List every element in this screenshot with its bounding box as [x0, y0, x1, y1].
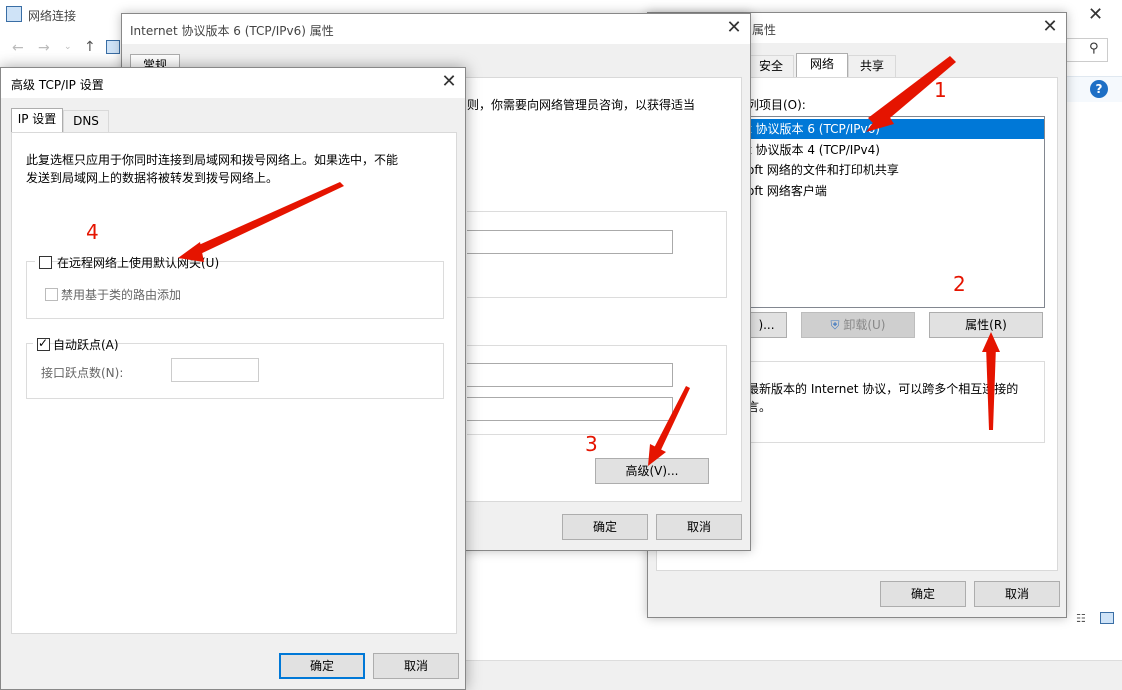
auto-metric-option[interactable]: 自动跃点(A): [33, 336, 119, 352]
back-arrow-icon[interactable]: ←: [12, 40, 24, 56]
network-connections-icon: [6, 6, 22, 22]
address-group: [467, 211, 727, 298]
ipv6-close-icon[interactable]: ✕: [716, 14, 752, 42]
tab-dns[interactable]: DNS: [63, 110, 109, 132]
use-default-gateway-label: 在远程网络上使用默认网关(U): [57, 256, 220, 270]
disable-class-route-label: 禁用基于类的路由添加: [61, 288, 182, 302]
uninstall-button[interactable]: ⛨ 卸载(U): [801, 312, 915, 338]
ipv6-titlebar: Internet 协议版本 6 (TCP/IPv6) 属性 ✕: [122, 14, 750, 44]
advanced-tcpip-dialog: 高级 TCP/IP 设置 ✕ IP 设置 DNS 此复选框只应用于你同时连接到局…: [0, 67, 466, 690]
adv-titlebar: 高级 TCP/IP 设置 ✕: [1, 68, 465, 98]
description-line-1: 最新版本的 Internet 协议，可以跨多个相互连接的: [747, 382, 1019, 396]
annotation-3: 3: [585, 432, 598, 456]
address-field[interactable]: [467, 230, 673, 254]
items-label: 列项目(O):: [747, 98, 806, 112]
disable-class-route-checkbox[interactable]: [45, 288, 58, 301]
props-ok-button[interactable]: 确定: [880, 581, 966, 607]
auto-metric-checkbox[interactable]: [37, 336, 50, 351]
adv-ok-button[interactable]: 确定: [279, 653, 365, 679]
explorer-close-icon[interactable]: ✕: [1088, 4, 1103, 25]
toolbar-strip: ?: [1066, 76, 1122, 102]
install-button[interactable]: )...: [747, 312, 787, 338]
adv-cancel-button[interactable]: 取消: [373, 653, 459, 679]
props-cancel-button[interactable]: 取消: [974, 581, 1060, 607]
adv-title: 高级 TCP/IP 设置: [11, 78, 104, 92]
list-item[interactable]: oft 网络的文件和打印机共享: [747, 160, 1044, 180]
annotation-4: 4: [86, 220, 99, 244]
properties-button[interactable]: 属性(R): [929, 312, 1043, 338]
dns-preferred-field[interactable]: [467, 363, 673, 387]
use-default-gateway-checkbox[interactable]: [39, 256, 52, 269]
tab-network[interactable]: 网络: [796, 53, 848, 77]
adv-close-icon[interactable]: ✕: [431, 68, 467, 96]
details-view-icon[interactable]: ☷: [1076, 612, 1086, 625]
use-default-gateway-option[interactable]: 在远程网络上使用默认网关(U): [35, 254, 219, 270]
advanced-button[interactable]: 高级(V)...: [595, 458, 709, 484]
ipv6-ok-button[interactable]: 确定: [562, 514, 648, 540]
annotation-1: 1: [934, 78, 947, 102]
search-icon: ⚲: [1089, 41, 1099, 56]
items-list[interactable]: t 协议版本 6 (TCP/IPv6) t 协议版本 4 (TCP/IPv4) …: [747, 116, 1045, 308]
list-item[interactable]: oft 网络客户端: [747, 181, 1044, 201]
label-spacer: [41, 254, 221, 255]
tab-security[interactable]: 安全: [748, 55, 794, 77]
auto-metric-label: 自动跃点(A): [53, 338, 119, 352]
description-box: 最新版本的 Internet 协议，可以跨多个相互连接的 言。: [747, 361, 1045, 443]
interface-metric-field[interactable]: [171, 358, 259, 382]
annotation-2: 2: [953, 272, 966, 296]
up-arrow-icon[interactable]: ↑: [84, 39, 96, 55]
address-icon: [106, 40, 120, 54]
ipv6-title: Internet 协议版本 6 (TCP/IPv6) 属性: [130, 24, 334, 38]
explorer-title: 网络连接: [28, 9, 77, 23]
adv-desc-line-2: 发送到局域网上的数据将被转发到拨号网络上。: [26, 171, 279, 185]
shield-icon: ⛨: [830, 318, 840, 332]
uninstall-label: 卸载(U): [843, 318, 886, 332]
adv-desc-line-1: 此复选框只应用于你同时连接到局域网和拨号网络上。如果选中，不能: [26, 153, 399, 167]
tiles-view-icon[interactable]: [1100, 612, 1114, 624]
interface-metric-label: 接口跃点数(N):: [41, 366, 124, 380]
props-title: 属性: [752, 23, 777, 37]
forward-arrow-icon[interactable]: →: [38, 40, 50, 56]
tab-ip-settings[interactable]: IP 设置: [11, 108, 63, 132]
view-toggle[interactable]: ☷: [1074, 612, 1122, 628]
props-close-icon[interactable]: ✕: [1032, 13, 1068, 41]
dns-group: [467, 345, 727, 435]
adv-ip-panel: 此复选框只应用于你同时连接到局域网和拨号网络上。如果选中，不能 发送到局域网上的…: [11, 132, 457, 634]
ipv6-cancel-button[interactable]: 取消: [656, 514, 742, 540]
metric-group: 自动跃点(A) 接口跃点数(N):: [26, 336, 444, 399]
dropdown-chevron-icon[interactable]: ⌄: [64, 42, 72, 52]
tab-sharing[interactable]: 共享: [848, 55, 896, 77]
dns-alternate-field[interactable]: [467, 397, 673, 421]
list-item[interactable]: t 协议版本 4 (TCP/IPv4): [747, 140, 1044, 160]
ipv6-info-text: 则，你需要向网络管理员咨询，以获得适当: [467, 98, 696, 112]
help-icon[interactable]: ?: [1090, 80, 1108, 98]
search-box[interactable]: ⚲: [1066, 38, 1108, 62]
list-item[interactable]: t 协议版本 6 (TCP/IPv6): [747, 119, 1044, 139]
gateway-group: 在远程网络上使用默认网关(U) 禁用基于类的路由添加: [26, 254, 444, 319]
